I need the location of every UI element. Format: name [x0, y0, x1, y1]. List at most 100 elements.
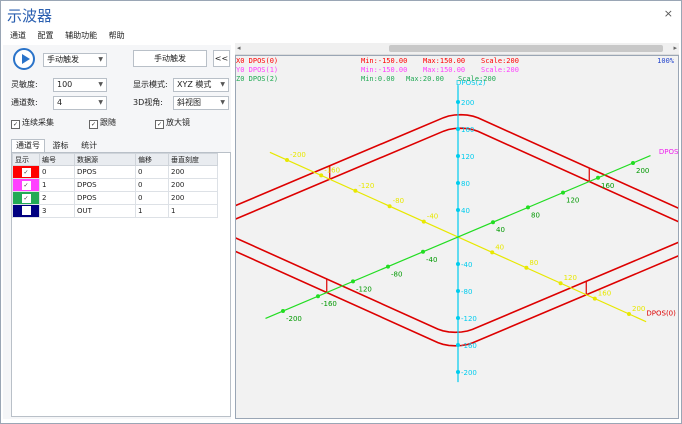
- y-axis-tick: [351, 279, 355, 284]
- follow-checkbox[interactable]: ✓ 跟随: [89, 117, 116, 129]
- display-mode-select[interactable]: XYZ 模式 ▼: [173, 78, 229, 92]
- table-row[interactable]: ✓ 2 DPOS 0 200: [12, 191, 218, 205]
- trajectory-top: [207, 113, 682, 334]
- y-tick-label: -160: [321, 300, 337, 308]
- channel-color-swatch[interactable]: ✓: [12, 191, 40, 205]
- x-tick-label: -40: [427, 213, 438, 221]
- header-y-min: Min:-150.00: [361, 66, 408, 74]
- channels-select[interactable]: 4 ▼: [53, 96, 107, 110]
- checkbox-unchecked-icon[interactable]: [21, 205, 31, 215]
- z-tick-label: 80: [461, 180, 470, 188]
- channels-value: 4: [57, 98, 63, 107]
- view3d-select[interactable]: 斜视图 ▼: [173, 96, 229, 110]
- header-z-max: Max:20.00: [406, 75, 444, 83]
- checkbox-checked-icon: ✓: [155, 120, 164, 129]
- play-icon[interactable]: [13, 48, 35, 70]
- menu-item-help[interactable]: 帮助: [109, 28, 125, 43]
- channel-table-wrapper: 显示 编号 数据源 偏移 垂直刻度 ✓ 0 DPOS 0 200 ✓ 1 DPOS 0 200 ✓ 2…: [11, 152, 231, 417]
- checkbox-checked-icon[interactable]: ✓: [21, 193, 31, 203]
- y-axis-tick: [316, 294, 320, 299]
- z-axis-tick: [456, 316, 460, 320]
- menu-item-config[interactable]: 配置: [38, 28, 54, 43]
- horizontal-scrollbar[interactable]: ◂ ▸: [235, 43, 679, 55]
- channel-color-swatch[interactable]: ✓: [12, 178, 40, 192]
- tab-cursor[interactable]: 游标: [48, 139, 74, 153]
- z-tick-label: -40: [461, 261, 472, 269]
- column-header-offset[interactable]: 偏移: [135, 153, 169, 166]
- tab-channel[interactable]: 通道号: [11, 139, 45, 152]
- continuous-checkbox[interactable]: ✓ 连续采集: [11, 117, 54, 129]
- x-axis-tick: [387, 204, 392, 209]
- checkbox-checked-icon[interactable]: ✓: [21, 167, 31, 177]
- table-row[interactable]: ✓ 0 DPOS 0 200: [12, 165, 218, 179]
- x-tick-label: 40: [495, 243, 504, 251]
- scope-plot-area[interactable]: 200 160 120 80 40 -40 -80 -120 -160 -200 DPOS(2) -2…: [207, 55, 682, 419]
- close-icon[interactable]: ×: [664, 7, 673, 20]
- y-axis-tick: [596, 175, 600, 180]
- column-header-id[interactable]: 编号: [39, 153, 75, 166]
- scrollbar-thumb[interactable]: [389, 45, 663, 52]
- cell-offset: 1: [135, 204, 169, 218]
- column-header-scale[interactable]: 垂直刻度: [168, 153, 218, 166]
- y-tick-label: -120: [356, 285, 372, 293]
- header-x-max: Max:150.00: [423, 57, 466, 65]
- manual-trigger-button[interactable]: 手动触发: [133, 50, 207, 67]
- cell-scale: 200: [168, 165, 218, 179]
- x-tick-label: 120: [564, 274, 577, 282]
- cell-offset: 0: [135, 191, 169, 205]
- table-row[interactable]: ✓ 1 DPOS 0 200: [12, 178, 218, 192]
- x-tick-label: 200: [632, 305, 645, 313]
- y-tick-label: -40: [426, 256, 437, 264]
- chevron-down-icon: ▼: [220, 81, 225, 88]
- z-axis-tick: [456, 208, 460, 212]
- y-tick-label: 200: [636, 167, 649, 175]
- collapse-button[interactable]: <<: [213, 50, 230, 67]
- magnifier-checkbox[interactable]: ✓ 放大镜: [155, 117, 190, 129]
- x-axis-tick: [524, 265, 529, 270]
- y-axis-tick: [561, 190, 565, 195]
- y-axis-tick: [386, 264, 390, 269]
- z-tick-label: 200: [461, 99, 474, 107]
- cell-source: OUT: [74, 204, 136, 218]
- y-tick-label: 40: [496, 226, 505, 234]
- channel-color-swatch[interactable]: ✓: [12, 165, 40, 179]
- cell-scale: 200: [168, 178, 218, 192]
- y-axis-name: DPOS(1): [659, 148, 678, 156]
- table-header-row: 显示 编号 数据源 偏移 垂直刻度: [12, 153, 218, 166]
- chevron-down-icon: ▼: [98, 56, 103, 63]
- header-z-scale: Scale:200: [458, 75, 496, 83]
- trigger-mode-value: 手动触发: [47, 55, 79, 64]
- scroll-left-icon[interactable]: ◂: [237, 43, 241, 54]
- z-axis-tick: [456, 289, 460, 293]
- xyz-3d-plot[interactable]: 2001601208040-40-80-120-160-200DPOS(2)-2…: [207, 56, 682, 418]
- y-tick-label: 160: [601, 182, 614, 190]
- cell-source: DPOS: [74, 165, 136, 179]
- cell-offset: 0: [135, 165, 169, 179]
- menu-item-tools[interactable]: 辅助功能: [65, 28, 97, 43]
- channel-color-swatch[interactable]: [12, 204, 40, 218]
- checkbox-checked-icon: ✓: [89, 120, 98, 129]
- scroll-right-icon[interactable]: ▸: [673, 43, 677, 54]
- x-axis-tick: [319, 173, 324, 178]
- oscilloscope-window: 示波器 × 通道 配置 辅助功能 帮助 ◂ ▸ 手动触发 ▼ 手动触发 << 灵敏…: [0, 0, 682, 424]
- cell-id: 2: [39, 191, 75, 205]
- column-header-display[interactable]: 显示: [12, 153, 40, 166]
- y-axis-tick: [631, 161, 635, 165]
- checkbox-checked-icon[interactable]: ✓: [21, 180, 31, 190]
- tab-statistics[interactable]: 统计: [76, 139, 102, 153]
- y-tick-label: 120: [566, 197, 579, 205]
- header-y-name: Y0 DPOS(1): [236, 66, 279, 74]
- x-tick-label: 160: [598, 290, 611, 298]
- table-row[interactable]: 3 OUT 1 1: [12, 204, 218, 218]
- trigger-mode-select[interactable]: 手动触发 ▼: [43, 53, 107, 67]
- x-axis-tick: [490, 250, 495, 255]
- sensitivity-select[interactable]: 100 ▼: [53, 78, 107, 92]
- z-axis-tick: [456, 370, 460, 374]
- follow-label: 跟随: [100, 118, 116, 127]
- column-header-source[interactable]: 数据源: [74, 153, 136, 166]
- cell-scale: 200: [168, 191, 218, 205]
- menu-bar: 通道 配置 辅助功能 帮助: [1, 28, 231, 43]
- z-axis-tick: [456, 262, 460, 266]
- z-axis-tick: [456, 154, 460, 158]
- menu-item-channel[interactable]: 通道: [10, 28, 26, 43]
